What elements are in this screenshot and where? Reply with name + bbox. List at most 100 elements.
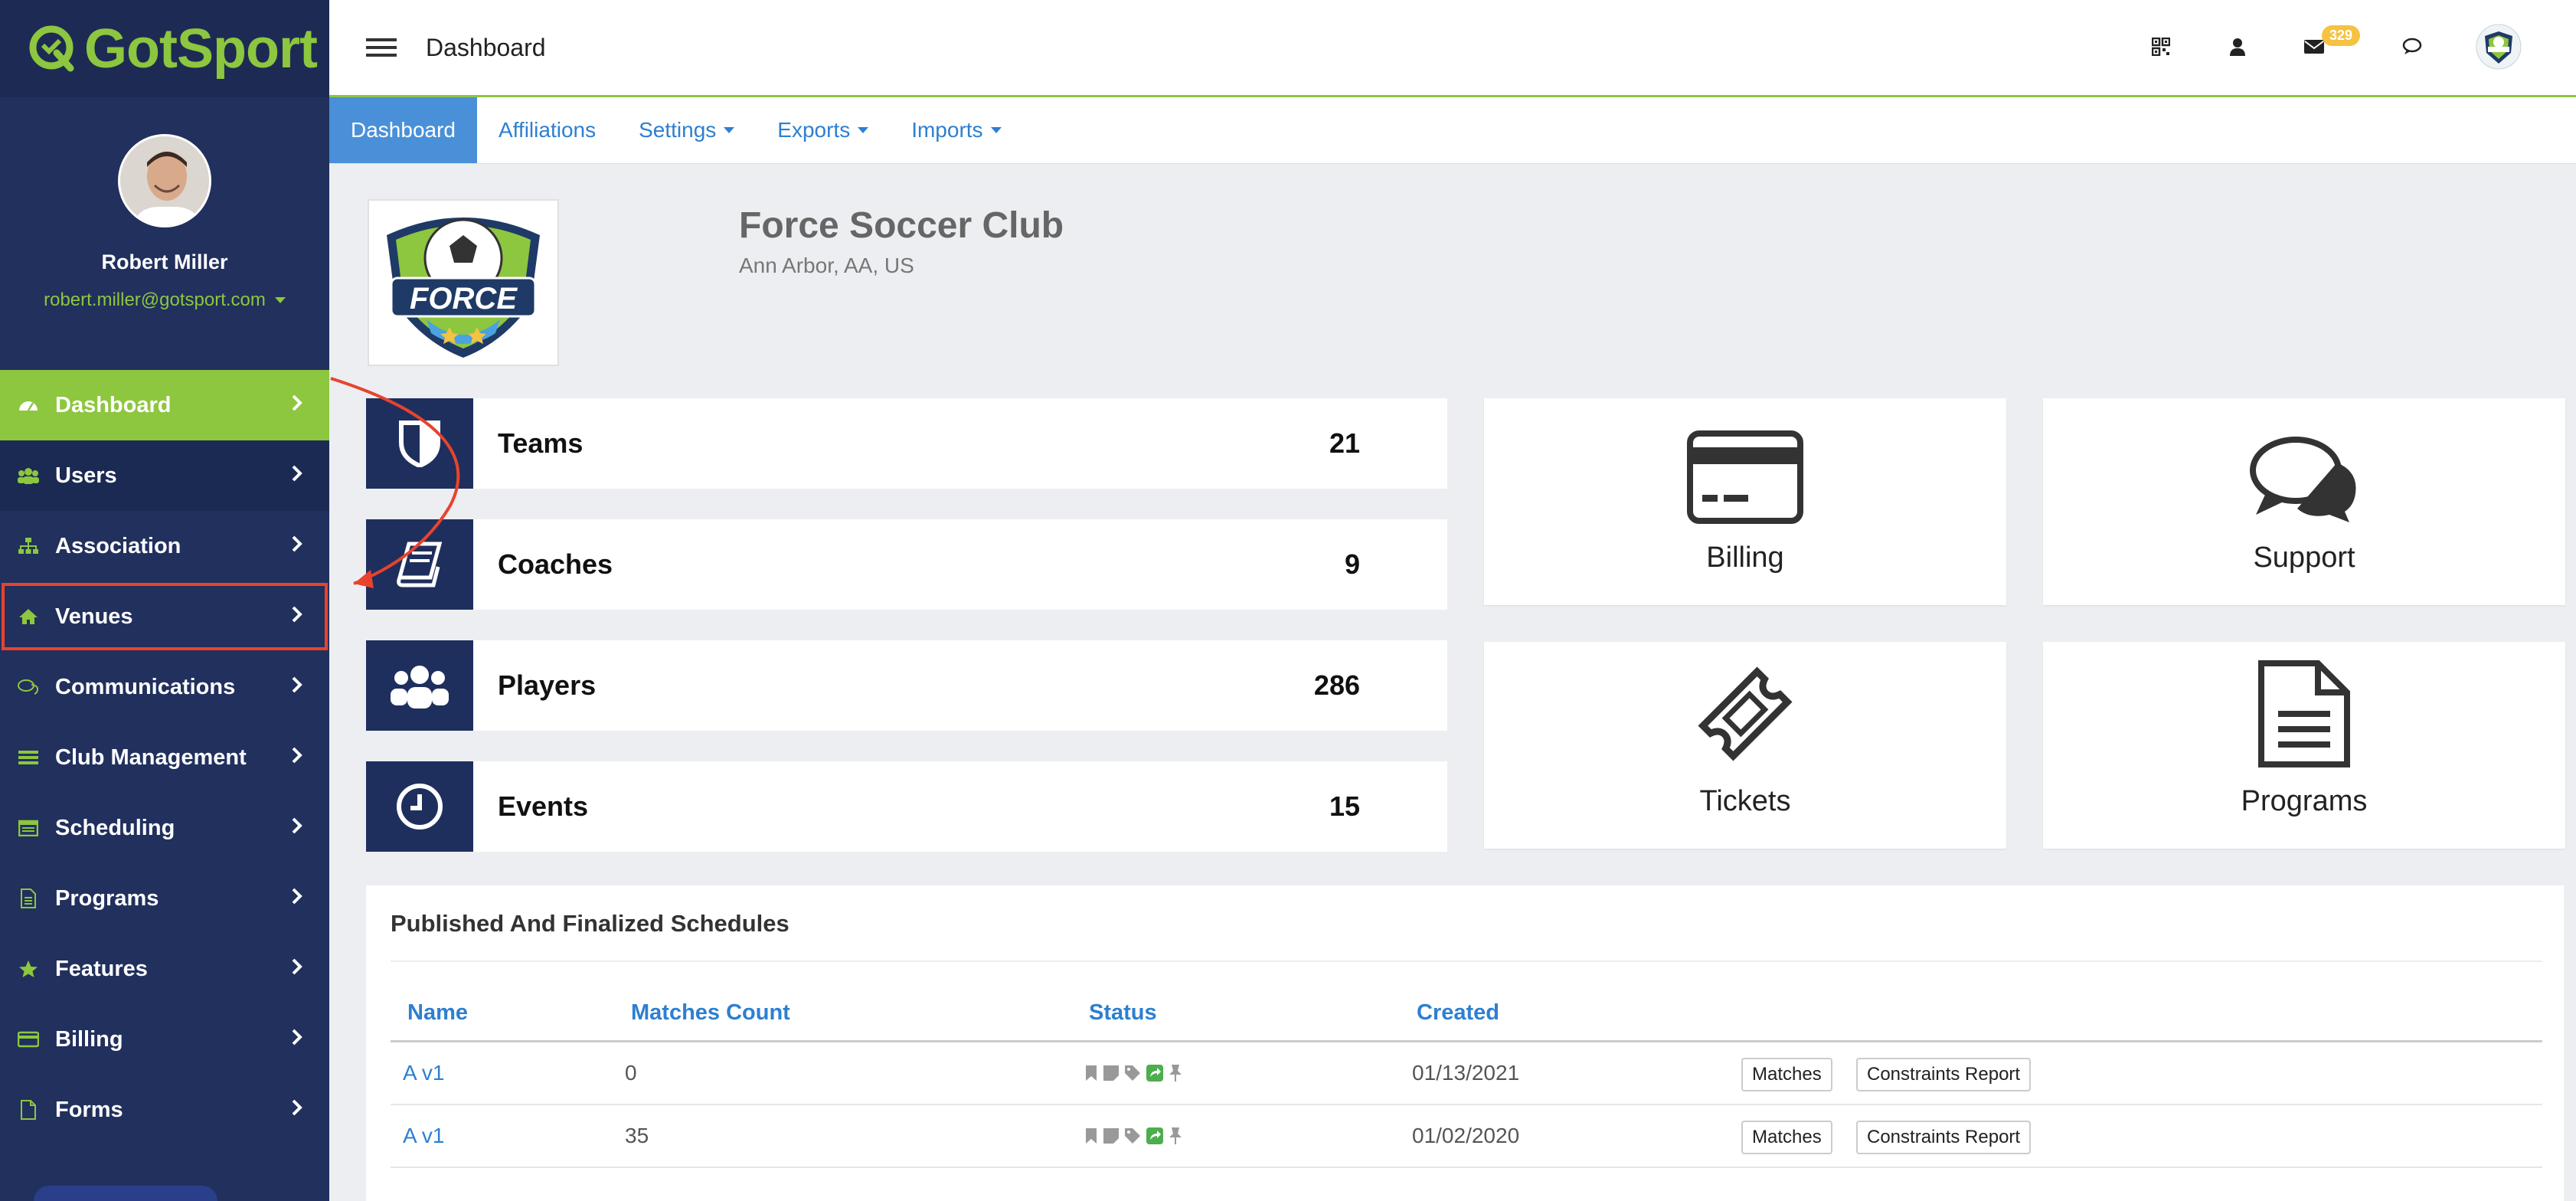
chevron-right-icon [291,463,303,489]
column-header-status[interactable]: Status [1089,1000,1157,1026]
tile-programs[interactable]: Programs [2043,642,2565,849]
stat-value: 15 [1329,790,1360,822]
sidebar-item-billing[interactable]: Billing [0,1004,329,1075]
user-email-dropdown[interactable]: robert.miller@gotsport.com [44,290,286,311]
sidebar-item-venues[interactable]: Venues [0,581,329,652]
avatar[interactable] [118,134,211,227]
sidebar: GotSport Robert Miller robert.miller@got… [0,0,329,1201]
user-icon[interactable] [2222,31,2253,62]
tab-label: Exports [777,118,851,142]
sidebar-item-scheduling[interactable]: Scheduling [0,793,329,863]
chevron-right-icon [291,675,303,700]
gotsport-logo-icon [26,22,80,76]
tag-icon [1124,1065,1141,1085]
users-icon [17,464,40,487]
column-header-name[interactable]: Name [407,1000,468,1026]
sidebar-item-features[interactable]: Features [0,934,329,1004]
sidebar-item-forms[interactable]: Forms [0,1075,329,1145]
tile-tickets[interactable]: Tickets [1484,642,2006,849]
matches-button[interactable]: Matches [1741,1121,1832,1154]
matches-count: 35 [625,1124,649,1147]
sidebar-item-programs[interactable]: Programs [0,863,329,934]
stat-value: 9 [1344,548,1360,580]
topbar: Dashboard 329 [329,0,2576,97]
stat-card-players[interactable]: Players 286 [366,640,1447,731]
credit-card-icon [1687,430,1803,528]
status-icons [1084,1064,1182,1086]
chevron-down-icon [990,127,1002,133]
brand-name: GotSport [84,18,318,80]
sidebar-item-club-management[interactable]: Club Management [0,722,329,793]
schedule-name-link[interactable]: A v1 [403,1061,444,1085]
matches-count: 0 [625,1061,637,1085]
players-icon [366,640,473,731]
chat-icon[interactable] [2398,31,2429,62]
stat-label: Coaches [498,548,613,580]
clock-icon [366,761,473,852]
tab-affiliations[interactable]: Affiliations [477,97,617,163]
note-icon [1103,1127,1120,1148]
column-header-created[interactable]: Created [1417,1000,1499,1026]
column-header-matches-count[interactable]: Matches Count [631,1000,790,1026]
sidebar-nav: Dashboard Users Association Venues Commu… [0,370,329,1145]
created-date: 01/13/2021 [1412,1061,1520,1085]
tab-bar: Dashboard Affiliations Settings Exports … [329,97,2576,164]
panel-title: Published And Finalized Schedules [391,910,789,937]
sidebar-item-association[interactable]: Association [0,511,329,581]
tab-label: Affiliations [498,118,597,142]
tab-exports[interactable]: Exports [756,97,890,163]
comments-icon [17,676,40,699]
bookmark-icon [1084,1127,1098,1148]
hamburger-menu-icon[interactable] [366,31,398,64]
sidebar-item-label: Scheduling [55,815,175,840]
schedule-name-link[interactable]: A v1 [403,1124,444,1148]
qr-code-icon[interactable] [2146,31,2176,62]
sidebar-item-label: Programs [55,885,159,911]
tab-settings[interactable]: Settings [617,97,756,163]
stat-value: 21 [1329,427,1360,459]
club-logo: FORCE [368,199,559,366]
user-email: robert.miller@gotsport.com [44,290,266,310]
tile-billing[interactable]: Billing [1484,398,2006,605]
list-icon [17,746,40,769]
brand-logo[interactable]: GotSport [0,0,329,97]
tab-label: Settings [639,118,717,142]
sidebar-item-label: Communications [55,674,236,699]
stat-card-coaches[interactable]: Coaches 9 [366,519,1447,610]
stat-card-teams[interactable]: Teams 21 [366,398,1447,489]
chevron-right-icon [291,957,303,982]
document-icon [2257,660,2352,771]
tile-label: Programs [2241,785,2368,817]
created-date: 01/02/2020 [1412,1124,1520,1147]
sidebar-item-label: Association [55,533,181,558]
book-icon [366,519,473,610]
club-badge-avatar[interactable] [2475,23,2522,70]
constraints-report-button[interactable]: Constraints Report [1856,1058,2032,1091]
tab-imports[interactable]: Imports [890,97,1022,163]
mail-icon[interactable]: 329 [2299,25,2361,62]
comments-icon [2248,435,2360,528]
sidebar-item-label: Venues [55,604,133,629]
sidebar-item-communications[interactable]: Communications [0,652,329,722]
tab-dashboard[interactable]: Dashboard [329,97,477,163]
chevron-down-icon [858,127,869,133]
chevron-right-icon [291,1098,303,1123]
page-title: Dashboard [426,33,546,61]
sidebar-footer-pill[interactable] [34,1186,217,1201]
stat-card-events[interactable]: Events 15 [366,761,1447,852]
sidebar-item-label: Features [55,956,148,981]
chevron-down-icon [274,297,286,303]
sidebar-item-label: Dashboard [55,392,172,417]
sidebar-item-users[interactable]: Users [0,440,329,511]
sidebar-item-label: Users [55,463,117,488]
table-row: A v1 0 01/13/2021 Matches Constraints Re… [391,1042,2542,1105]
chevron-down-icon [724,127,735,133]
sidebar-item-dashboard[interactable]: Dashboard [0,370,329,440]
chevron-right-icon [291,534,303,559]
constraints-report-button[interactable]: Constraints Report [1856,1121,2032,1154]
sidebar-item-label: Forms [55,1097,123,1122]
tile-support[interactable]: Support [2043,398,2565,605]
dashboard-icon [17,394,40,417]
note-icon [1103,1065,1120,1085]
matches-button[interactable]: Matches [1741,1058,1832,1091]
